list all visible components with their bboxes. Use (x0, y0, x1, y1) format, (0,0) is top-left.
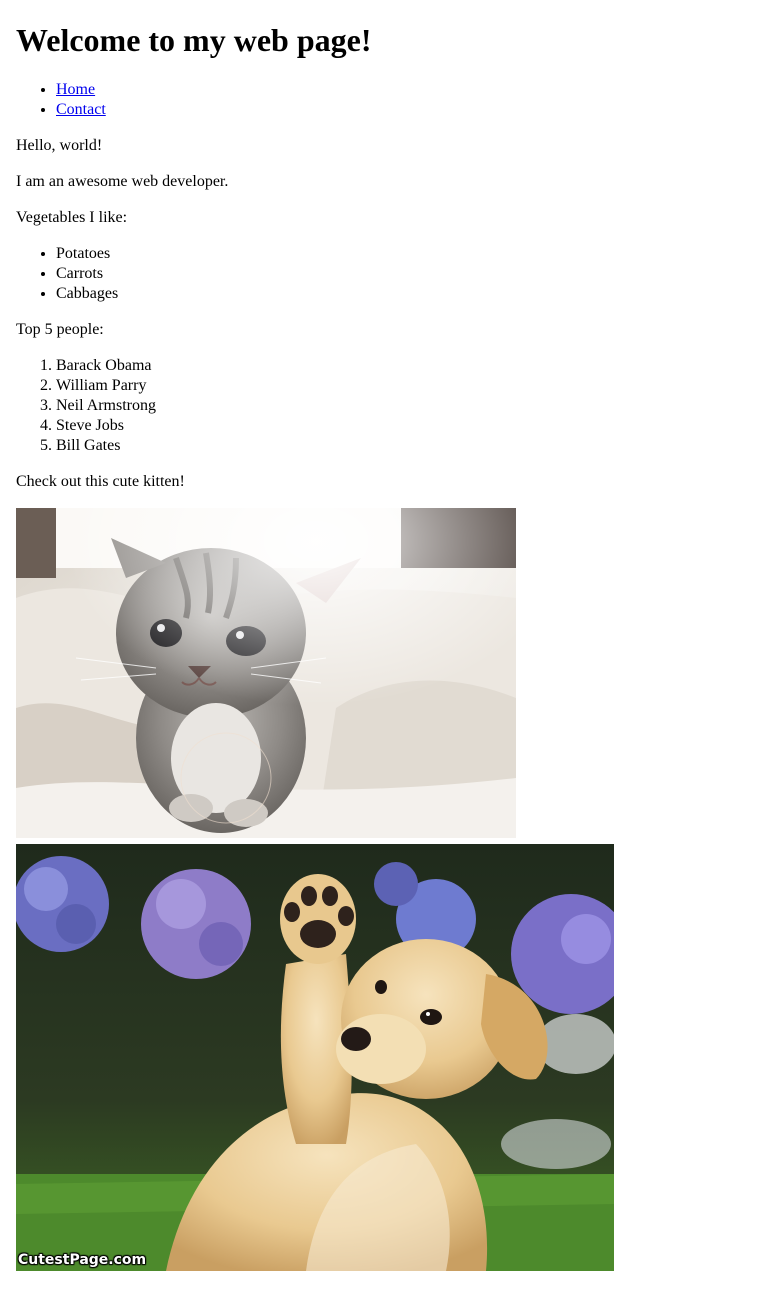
page: Welcome to my web page! Home Contact Hel… (0, 22, 784, 1271)
list-item: William Parry (56, 376, 768, 396)
list-item: Neil Armstrong (56, 396, 768, 416)
list-item: Steve Jobs (56, 416, 768, 436)
page-title: Welcome to my web page! (16, 22, 372, 58)
kitten-image (16, 508, 516, 838)
contact-link[interactable]: Contact (56, 101, 106, 118)
kitten-caption: Check out this cute kitten! (16, 473, 185, 490)
list-item: Barack Obama (56, 356, 768, 376)
nav-item-contact: Contact (56, 100, 768, 120)
nav-item-home: Home (56, 80, 768, 100)
list-item: Potatoes (56, 244, 768, 264)
people-list: Barack Obama William Parry Neil Armstron… (16, 356, 768, 456)
list-item: Carrots (56, 264, 768, 284)
people-label: Top 5 people: (16, 321, 104, 338)
vegetables-label: Vegetables I like: (16, 209, 128, 226)
list-item: Bill Gates (56, 436, 768, 456)
greeting-text: Hello, world! (16, 137, 103, 154)
nav-list: Home Contact (16, 80, 768, 120)
puppy-watermark: CutestPage.com (18, 1252, 147, 1268)
home-link[interactable]: Home (56, 81, 95, 98)
list-item: Cabbages (56, 284, 768, 304)
puppy-image: CutestPage.com (16, 844, 614, 1271)
vegetables-list: Potatoes Carrots Cabbages (16, 244, 768, 304)
intro-text: I am an awesome web developer. (16, 173, 229, 190)
